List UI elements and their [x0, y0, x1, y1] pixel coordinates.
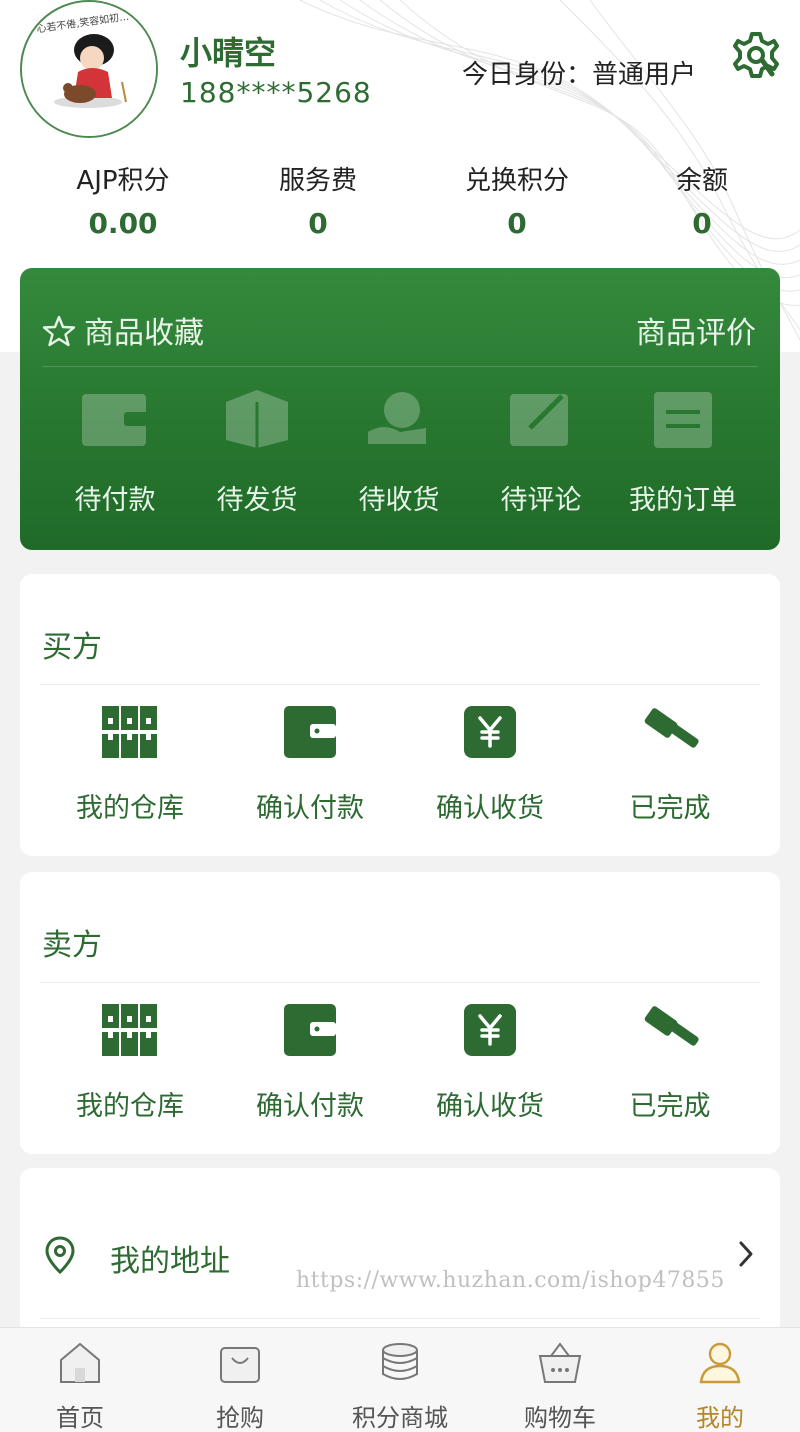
order-pending-receipt[interactable]: 待收货: [329, 388, 469, 517]
wallet-icon: [82, 394, 148, 446]
yen-icon: [464, 1004, 516, 1056]
box-icon: [226, 390, 288, 448]
tab-label: 首页: [56, 1404, 104, 1432]
order-pending-shipment[interactable]: 待发货: [187, 388, 327, 517]
buyer-completed[interactable]: 已完成: [580, 704, 760, 825]
stat-balance[interactable]: 余额 0: [612, 160, 792, 240]
buyer-section: 买方 我的仓库 确认付款 确认收货 已完成: [20, 574, 780, 856]
stats-row: AJP积分 0.00 服务费 0 兑换积分 0 余额 0: [0, 160, 800, 250]
settings-button[interactable]: [732, 30, 780, 82]
grid-item-label: 我的仓库: [76, 1091, 184, 1122]
review-link[interactable]: 商品评价: [636, 308, 756, 352]
coins-icon: [382, 1343, 418, 1380]
location-pin-icon: [44, 1236, 76, 1278]
divider: [42, 366, 758, 367]
warehouse-icon: [102, 1004, 157, 1056]
buyer-my-warehouse[interactable]: 我的仓库: [40, 704, 220, 825]
yen-icon: [464, 706, 516, 758]
basket-icon: [538, 1342, 582, 1383]
stat-label: 余额: [675, 166, 728, 196]
order-pending-payment[interactable]: 待付款: [45, 388, 185, 517]
stat-exchange-points[interactable]: 兑换积分 0: [427, 160, 607, 240]
star-icon: [42, 314, 76, 356]
grid-item-label: 已完成: [629, 1091, 711, 1122]
my-orders[interactable]: 我的订单: [613, 388, 753, 517]
stat-label: AJP积分: [76, 166, 170, 196]
divider: [40, 1318, 760, 1319]
gavel-icon: [644, 708, 699, 748]
seller-confirm-receipt[interactable]: 确认收货: [400, 1002, 580, 1123]
stat-ajp[interactable]: AJP积分 0.00: [33, 160, 213, 240]
stat-label: 服务费: [278, 166, 357, 196]
chevron-right-icon[interactable]: [738, 1240, 754, 1272]
avatar[interactable]: 心若不倦,笑容如初…: [20, 0, 158, 138]
grid-item-label: 确认收货: [436, 793, 544, 824]
my-address-link[interactable]: 我的地址: [110, 1236, 230, 1280]
gavel-icon: [644, 1006, 699, 1046]
divider: [40, 684, 760, 685]
favorites-label: 商品收藏: [84, 316, 204, 351]
phone-number: 188****5268: [180, 76, 372, 109]
section-title: 买方: [42, 630, 102, 665]
bottom-tab-bar: 首页 抢购 积分商城 购物车 我的: [0, 1327, 800, 1432]
order-item-label: 我的订单: [629, 485, 737, 516]
tab-label: 购物车: [524, 1404, 596, 1432]
tab-flash-sale[interactable]: 抢购: [160, 1340, 320, 1432]
seller-confirm-payment[interactable]: 确认付款: [220, 1002, 400, 1123]
tab-points-mall[interactable]: 积分商城: [320, 1340, 480, 1432]
grid-item-label: 确认收货: [436, 1091, 544, 1122]
order-icon: [654, 392, 712, 448]
tab-label: 积分商城: [352, 1404, 448, 1432]
buyer-confirm-payment[interactable]: 确认付款: [220, 704, 400, 825]
section-title: 卖方: [42, 928, 102, 963]
user-icon: [699, 1342, 741, 1384]
identity-label: 今日身份：普通用户: [462, 60, 697, 90]
buyer-confirm-receipt[interactable]: 确认收货: [400, 704, 580, 825]
order-item-label: 待收货: [358, 485, 440, 516]
seller-my-warehouse[interactable]: 我的仓库: [40, 1002, 220, 1123]
home-icon: [60, 1342, 100, 1383]
stat-value: 0: [507, 207, 527, 240]
divider: [40, 982, 760, 983]
favorites-link[interactable]: 商品收藏: [42, 308, 204, 356]
seller-completed[interactable]: 已完成: [580, 1002, 760, 1123]
comment-icon: [510, 394, 568, 446]
seller-section: 卖方 我的仓库 确认付款 确认收货 已完成: [20, 872, 780, 1154]
stat-value: 0: [308, 207, 328, 240]
stat-service-fee[interactable]: 服务费 0: [228, 160, 408, 240]
grid-item-label: 确认付款: [256, 1091, 364, 1122]
grid-item-label: 我的仓库: [76, 793, 184, 824]
order-item-label: 待评论: [500, 485, 582, 516]
bag-icon: [220, 1347, 260, 1383]
order-item-label: 待付款: [74, 485, 156, 516]
order-pending-review[interactable]: 待评论: [471, 388, 611, 517]
gear-icon: [733, 32, 779, 78]
stat-value: 0: [692, 207, 712, 240]
tab-label: 抢购: [216, 1404, 264, 1432]
order-item-label: 待发货: [216, 485, 298, 516]
stat-label: 兑换积分: [464, 166, 569, 196]
grid-item-label: 确认付款: [256, 793, 364, 824]
watermark: https://www.huzhan.com/ishop47855: [296, 1268, 725, 1293]
tab-cart[interactable]: 购物车: [480, 1340, 640, 1432]
username: 小晴空: [180, 34, 277, 72]
wallet-icon: [284, 706, 336, 758]
warehouse-icon: [102, 706, 157, 758]
grid-item-label: 已完成: [629, 793, 711, 824]
receive-icon: [368, 392, 426, 444]
order-card: 商品收藏 商品评价 待付款 待发货 待收货 待评论 我的订单: [20, 268, 780, 550]
tab-home[interactable]: 首页: [0, 1340, 160, 1432]
tab-mine[interactable]: 我的: [640, 1340, 800, 1432]
address-card: 我的地址: [20, 1168, 780, 1348]
tab-label: 我的: [696, 1404, 744, 1432]
wallet-icon: [284, 1004, 336, 1056]
stat-value: 0.00: [88, 207, 158, 240]
